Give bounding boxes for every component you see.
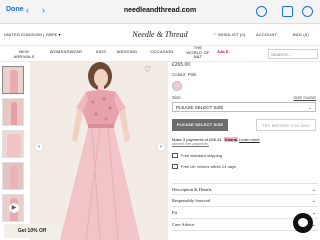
product-price: £265.00 bbox=[172, 62, 191, 68]
discount-promo-button[interactable]: Get 10% Off bbox=[4, 224, 60, 238]
size-dropdown[interactable]: PLEASE SELECT SIZE ⌄ bbox=[172, 102, 316, 112]
url-bar[interactable]: needleandthread.com bbox=[0, 7, 320, 14]
thumbnail-4[interactable] bbox=[2, 162, 24, 190]
accordion-label: Care Advice bbox=[172, 222, 195, 227]
chevron-down-icon: ⌄ bbox=[311, 198, 316, 204]
nav-womenswear[interactable]: WOMENSWEAR bbox=[46, 49, 86, 55]
chat-icon[interactable] bbox=[293, 213, 313, 233]
accordion-label: Fit bbox=[172, 210, 178, 215]
returns-icon bbox=[172, 164, 178, 170]
shipping-standard-text: Free standard shipping bbox=[181, 153, 222, 158]
select-size-button[interactable]: PLEASE SELECT SIZE bbox=[172, 119, 228, 131]
chevron-down-icon: ⌄ bbox=[308, 105, 312, 110]
size-dropdown-value: PLEASE SELECT SIZE bbox=[176, 105, 224, 110]
accordion-label: Description & Details bbox=[172, 187, 212, 192]
reload-icon[interactable] bbox=[256, 6, 267, 17]
colour-label: Colour: Pink bbox=[172, 72, 197, 77]
klarna-subtext: Interest-free payments. bbox=[172, 142, 209, 146]
product-image[interactable]: ‹ › bbox=[30, 62, 168, 240]
thumbnail-1[interactable] bbox=[2, 66, 24, 94]
compass-icon[interactable] bbox=[302, 6, 313, 17]
truck-icon bbox=[172, 153, 178, 159]
previous-image-icon[interactable]: ‹ bbox=[34, 142, 44, 152]
nav-world-of-nt[interactable]: THE WORLD OF N&T bbox=[186, 45, 210, 60]
returns-row: Free UK returns within 14 days bbox=[172, 164, 236, 170]
size-label: Size bbox=[172, 95, 181, 100]
thumbnail-video[interactable]: ▶ bbox=[2, 194, 24, 222]
search-input[interactable] bbox=[268, 49, 318, 59]
share-icon[interactable] bbox=[282, 6, 293, 17]
accordion-label: Responsibly Sourced bbox=[172, 198, 211, 203]
klarna-logo: Klarna bbox=[223, 137, 239, 142]
play-icon: ▶ bbox=[9, 203, 19, 213]
wishlist-heart-icon[interactable]: ♡ bbox=[144, 65, 151, 74]
browser-toolbar: Done ‹ › needleandthread.com bbox=[0, 0, 320, 24]
shipping-row: Free standard shipping bbox=[172, 153, 222, 159]
nav-occasion[interactable]: OCCASION bbox=[146, 49, 178, 55]
next-image-icon[interactable]: › bbox=[156, 142, 166, 152]
nav-new-arrivals[interactable]: NEW ARRIVALS bbox=[10, 49, 38, 59]
try-before-you-buy-button[interactable]: TRY BEFORE YOU BUY bbox=[256, 119, 316, 131]
wishlist-link[interactable]: ♡ WISHLIST (0) bbox=[213, 32, 245, 37]
klarna-more-link[interactable]: Learn more bbox=[239, 137, 259, 142]
thumbnail-3[interactable] bbox=[2, 130, 24, 158]
account-link[interactable]: ACCOUNT bbox=[256, 32, 277, 37]
main-navigation: NEW ARRIVALS WOMENSWEAR KIDS WEDDING OCC… bbox=[0, 45, 320, 62]
chevron-down-icon: ⌄ bbox=[311, 210, 316, 216]
size-guide-link[interactable]: SIZE GUIDE bbox=[293, 95, 316, 100]
nav-sale[interactable]: SALE bbox=[216, 49, 230, 55]
accordion-description[interactable]: Description & Details ⌄ bbox=[172, 183, 318, 195]
chevron-down-icon: ⌄ bbox=[311, 187, 316, 193]
site-header: UNITED KINGDOM | GBP£ ▾ Needle & Thread … bbox=[0, 24, 320, 46]
nav-kids[interactable]: KIDS bbox=[94, 49, 108, 55]
shipping-returns-text: Free UK returns within 14 days bbox=[181, 164, 236, 169]
nav-wedding[interactable]: WEDDING bbox=[114, 49, 140, 55]
colour-swatch-pink[interactable] bbox=[172, 81, 182, 91]
accordion-responsibly-sourced[interactable]: Responsibly Sourced ⌄ bbox=[172, 195, 318, 207]
bag-link[interactable]: BAG (0) bbox=[293, 32, 309, 37]
dress-illustration bbox=[30, 62, 168, 240]
thumbnail-2[interactable] bbox=[2, 98, 24, 126]
